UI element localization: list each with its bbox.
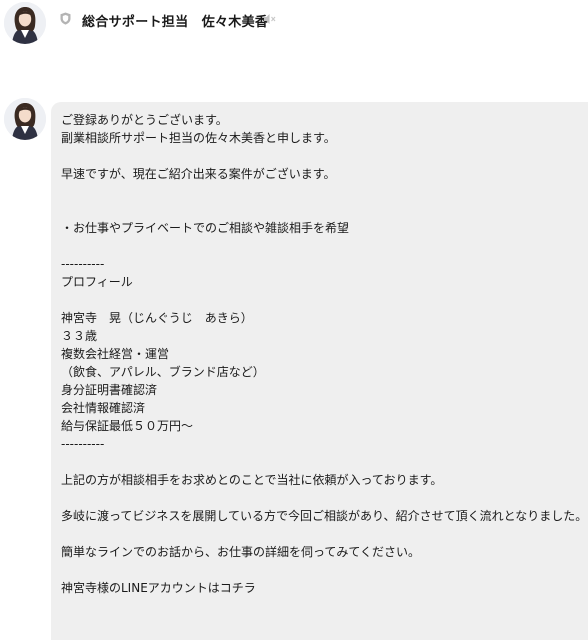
message-line	[61, 453, 584, 471]
sender-name[interactable]: 総合サポート担当 佐々木美香	[82, 11, 268, 30]
message-line	[61, 525, 584, 543]
message-line: ３３歳	[61, 329, 98, 343]
message-line	[61, 201, 584, 219]
message-line: 身分証明書確認済	[61, 383, 158, 397]
message-line: 会社情報確認済	[61, 401, 146, 415]
message-line	[61, 291, 584, 309]
message-line: ・お仕事やプライベートでのご相談や雑談相手を希望	[61, 221, 350, 235]
message-line: ----------	[61, 257, 105, 271]
message-avatar[interactable]	[4, 98, 46, 140]
sender-avatar[interactable]	[4, 2, 46, 44]
message-line: プロフィール	[61, 275, 133, 289]
message-line: 給与保証最低５０万円～	[61, 419, 194, 433]
message-line: （飲食、アパレル、ブランド店など）	[61, 365, 265, 379]
message-line: 複数会社経営・運営	[61, 347, 170, 361]
message-line	[61, 489, 584, 507]
message-line: 早速ですが、現在ご紹介出来る案件がございます。	[61, 167, 336, 181]
line-account-link[interactable]: 神宮寺様のLINEアカウントはコチラ	[61, 579, 584, 597]
message-line: 副業相談所サポート担当の佐々木美香と申します。	[61, 131, 336, 145]
shield-icon	[60, 12, 71, 25]
speaker-mute-icon[interactable]	[263, 13, 276, 25]
message-line: 神宮寺 晃（じんぐうじ あきら）	[61, 311, 253, 325]
message-line	[61, 183, 584, 201]
chat-header: 総合サポート担当 佐々木美香	[0, 0, 588, 48]
message-line	[61, 237, 584, 255]
message-bubble: ご登録ありがとうございます。 副業相談所サポート担当の佐々木美香と申します。 早…	[51, 102, 588, 640]
message-line: 簡単なラインでのお話から、お仕事の詳細を伺ってみてください。	[61, 545, 421, 559]
message-line	[61, 147, 584, 165]
message-line: ----------	[61, 437, 105, 451]
message-line: 多岐に渡ってビジネスを展開している方で今回ご相談があり、紹介させて頂く流れとなり…	[61, 509, 588, 523]
message-line: 上記の方が相談相手をお求めとのことで当社に依頼が入っております。	[61, 473, 443, 487]
message-text: ご登録ありがとうございます。 副業相談所サポート担当の佐々木美香と申します。 早…	[61, 111, 588, 597]
message-line	[61, 561, 584, 579]
message-line: ご登録ありがとうございます。	[61, 113, 228, 127]
